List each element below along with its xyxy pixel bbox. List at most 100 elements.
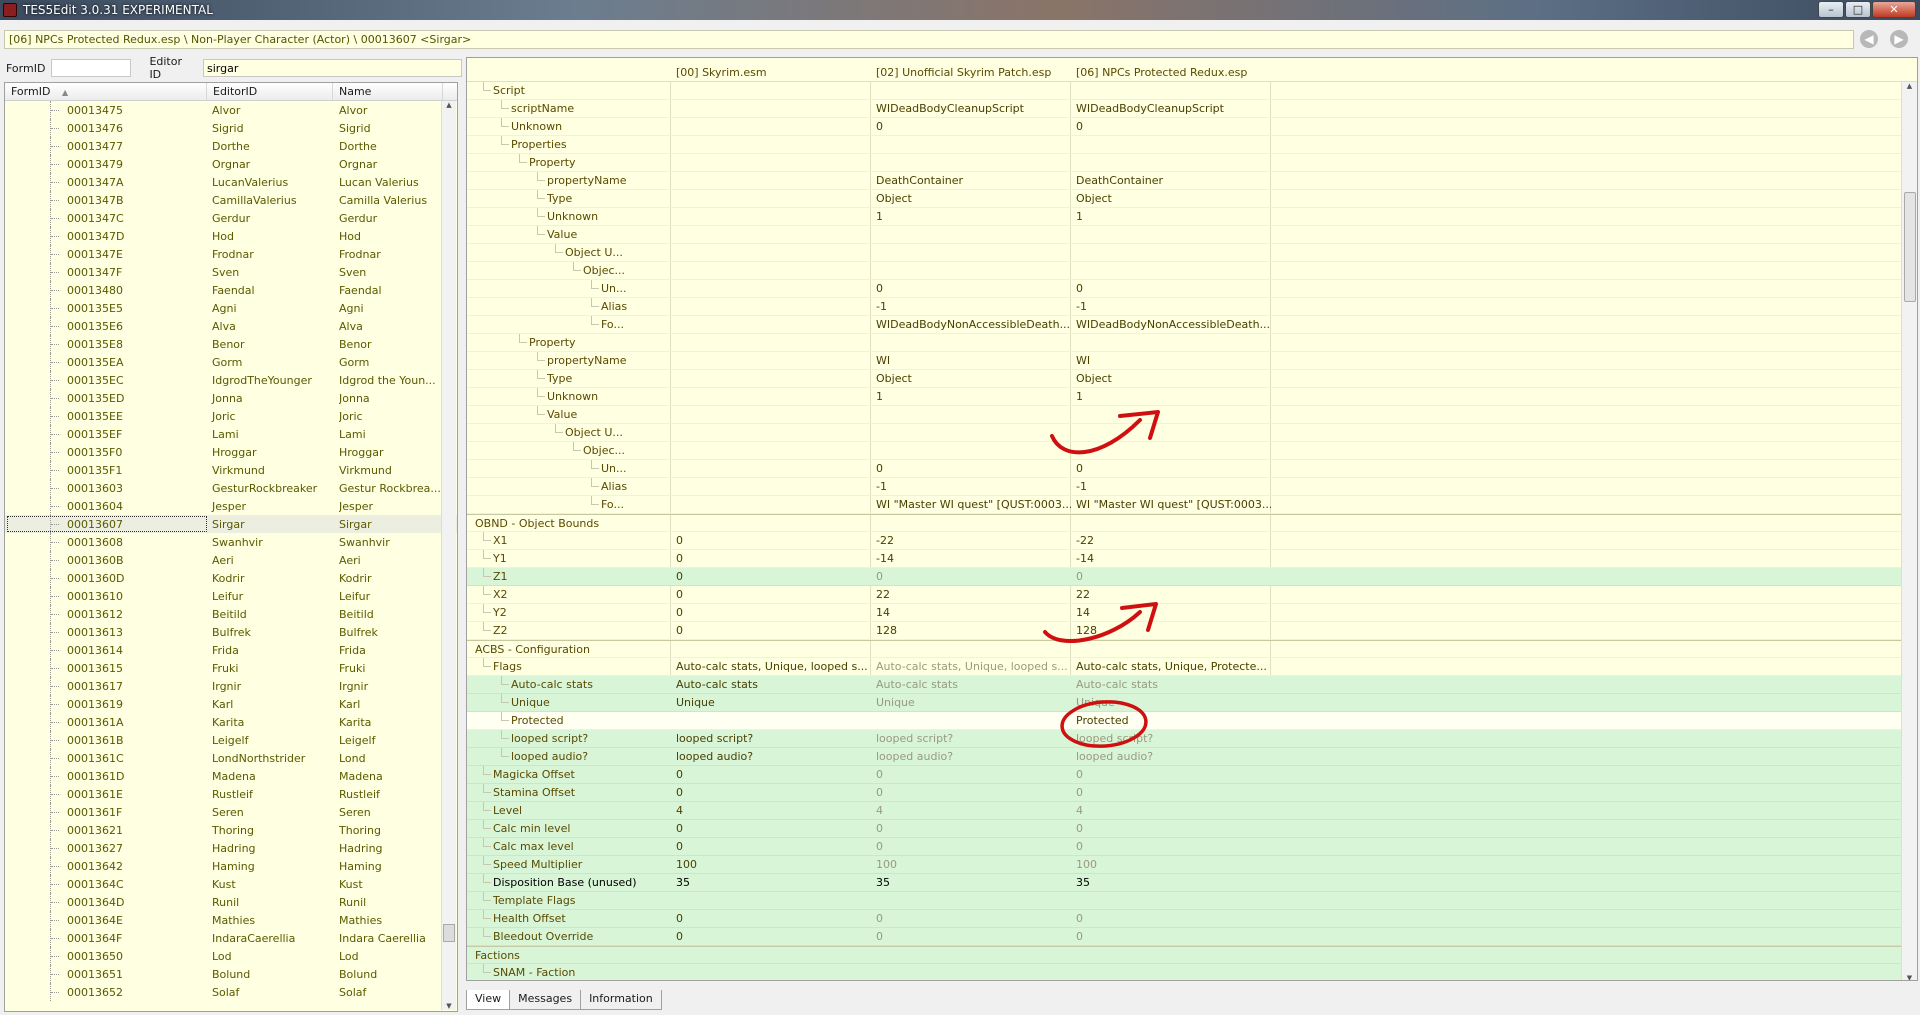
record-row[interactable]: 0001347B CamillaValerius Camilla Valerius (5, 191, 457, 209)
field-value[interactable]: looped audio? (1076, 750, 1271, 763)
record-field-row[interactable]: Unknown 0 0 (467, 118, 1917, 136)
record-row[interactable]: 00013650 Lod Lod (5, 947, 457, 965)
field-value[interactable]: 22 (876, 588, 1071, 601)
column-header-npcs-protected[interactable]: [06] NPCs Protected Redux.esp (1076, 66, 1247, 79)
field-value[interactable]: 0 (876, 570, 1071, 583)
field-value[interactable]: 0 (676, 768, 871, 781)
record-section[interactable]: ACBS - Configuration (467, 640, 1917, 658)
field-value[interactable]: Auto-calc stats (876, 678, 1071, 691)
tab-information[interactable]: Information (580, 990, 662, 1010)
record-field-row[interactable]: Y1 0 -14 -14 (467, 550, 1917, 568)
record-row[interactable]: 00013619 Karl Karl (5, 695, 457, 713)
field-value[interactable]: looped audio? (876, 750, 1071, 763)
record-row[interactable]: 000135F0 Hroggar Hroggar (5, 443, 457, 461)
record-row[interactable]: 0001347D Hod Hod (5, 227, 457, 245)
record-row[interactable]: 0001364E Mathies Mathies (5, 911, 457, 929)
record-row[interactable]: 00013608 Swanhvir Swanhvir (5, 533, 457, 551)
record-field-row[interactable]: Speed Multiplier 100 100 100 (467, 856, 1917, 874)
field-value[interactable]: 0 (1076, 840, 1271, 853)
field-value[interactable]: Unique (676, 696, 871, 709)
field-value[interactable]: -22 (876, 534, 1071, 547)
record-field-row[interactable]: Unknown 1 1 (467, 388, 1917, 406)
field-value[interactable]: 1 (876, 210, 1071, 223)
scroll-down-icon[interactable]: ▼ (1902, 974, 1917, 980)
record-row[interactable]: 00013477 Dorthe Dorthe (5, 137, 457, 155)
record-field-row[interactable]: Disposition Base (unused) 35 35 35 (467, 874, 1917, 892)
record-field-row[interactable]: Y2 0 14 14 (467, 604, 1917, 622)
record-row[interactable]: 0001361C LondNorthstrider Lond (5, 749, 457, 767)
record-field-row[interactable]: Calc min level 0 0 0 (467, 820, 1917, 838)
field-value[interactable]: Unique (1076, 696, 1271, 709)
field-value[interactable]: 0 (1076, 282, 1271, 295)
record-row[interactable]: 0001347C Gerdur Gerdur (5, 209, 457, 227)
record-row[interactable]: 000135ED Jonna Jonna (5, 389, 457, 407)
field-value[interactable]: 14 (876, 606, 1071, 619)
field-value[interactable]: -1 (876, 480, 1071, 493)
record-field-row[interactable]: Unknown 1 1 (467, 208, 1917, 226)
field-value[interactable]: WI (1076, 354, 1271, 367)
minimize-button[interactable]: – (1818, 1, 1844, 18)
field-value[interactable]: 0 (876, 462, 1071, 475)
record-field-row[interactable]: SNAM - Faction (467, 964, 1917, 980)
field-value[interactable]: WI (876, 354, 1071, 367)
record-row[interactable]: 000135F1 Virkmund Virkmund (5, 461, 457, 479)
field-value[interactable]: 100 (876, 858, 1071, 871)
record-field-row[interactable]: Un... 0 0 (467, 460, 1917, 478)
field-value[interactable]: 0 (1076, 570, 1271, 583)
field-value[interactable]: 0 (676, 822, 871, 835)
field-value[interactable]: 0 (876, 282, 1071, 295)
record-row[interactable]: 000135EC IdgrodTheYounger Idgrod the Youn.… (5, 371, 457, 389)
field-value[interactable]: 0 (676, 570, 871, 583)
field-value[interactable]: 35 (676, 876, 871, 889)
field-value[interactable]: 4 (1076, 804, 1271, 817)
field-value[interactable]: 0 (676, 930, 871, 943)
field-value[interactable]: 35 (1076, 876, 1271, 889)
record-field-row[interactable]: Protected Protected (467, 712, 1917, 730)
field-value[interactable]: Protected (1076, 714, 1271, 727)
field-value[interactable]: WIDeadBodyNonAccessibleDeath... (876, 318, 1071, 331)
record-row[interactable]: 00013651 Bolund Bolund (5, 965, 457, 983)
field-value[interactable]: Object (1076, 372, 1271, 385)
record-row[interactable]: 0001347E Frodnar Frodnar (5, 245, 457, 263)
field-value[interactable]: 0 (876, 840, 1071, 853)
field-value[interactable]: Object (1076, 192, 1271, 205)
scrollbar-thumb[interactable] (1904, 192, 1916, 302)
record-row[interactable]: 000135EE Joric Joric (5, 407, 457, 425)
field-value[interactable]: 0 (676, 552, 871, 565)
field-value[interactable]: 0 (1076, 462, 1271, 475)
close-button[interactable]: ✕ (1872, 1, 1916, 18)
field-value[interactable]: 0 (676, 912, 871, 925)
record-row[interactable]: 00013642 Haming Haming (5, 857, 457, 875)
record-field-row[interactable]: Type Object Object (467, 370, 1917, 388)
record-field-row[interactable]: Unique Unique Unique Unique (467, 694, 1917, 712)
field-value[interactable]: 0 (1076, 768, 1271, 781)
record-field-row[interactable]: Script (467, 82, 1917, 100)
record-row[interactable]: 00013604 Jesper Jesper (5, 497, 457, 515)
record-field-row[interactable]: Properties (467, 136, 1917, 154)
record-row[interactable]: 0001361D Madena Madena (5, 767, 457, 785)
record-field-row[interactable]: Calc max level 0 0 0 (467, 838, 1917, 856)
record-row[interactable]: 0001364D Runil Runil (5, 893, 457, 911)
field-value[interactable]: 0 (876, 912, 1071, 925)
record-row[interactable]: 00013607 Sirgar Sirgar (5, 515, 457, 533)
record-row[interactable]: 000135E8 Benor Benor (5, 335, 457, 353)
record-row[interactable]: 0001361F Seren Seren (5, 803, 457, 821)
field-value[interactable]: Unique (876, 696, 1071, 709)
record-view-scrollbar[interactable]: ▲ ▼ (1901, 82, 1917, 980)
record-field-row[interactable]: Fo... WI "Master WI quest" [QUST:0003... W… (467, 496, 1917, 514)
field-value[interactable]: 100 (1076, 858, 1271, 871)
field-value[interactable]: looped script? (1076, 732, 1271, 745)
record-field-row[interactable]: Objec... (467, 262, 1917, 280)
record-field-row[interactable]: Value (467, 226, 1917, 244)
field-value[interactable]: 100 (676, 858, 871, 871)
field-value[interactable]: 0 (1076, 912, 1271, 925)
field-value[interactable]: -14 (876, 552, 1071, 565)
field-value[interactable]: Auto-calc stats, Unique, looped s... (676, 660, 871, 673)
field-value[interactable]: Object (876, 372, 1071, 385)
record-row[interactable]: 00013475 Alvor Alvor (5, 101, 457, 119)
record-row[interactable]: 00013615 Fruki Fruki (5, 659, 457, 677)
record-row[interactable]: 00013652 Solaf Solaf (5, 983, 457, 1001)
record-row[interactable]: 0001364C Kust Kust (5, 875, 457, 893)
field-value[interactable]: Auto-calc stats (1076, 678, 1271, 691)
record-field-row[interactable]: Property (467, 334, 1917, 352)
